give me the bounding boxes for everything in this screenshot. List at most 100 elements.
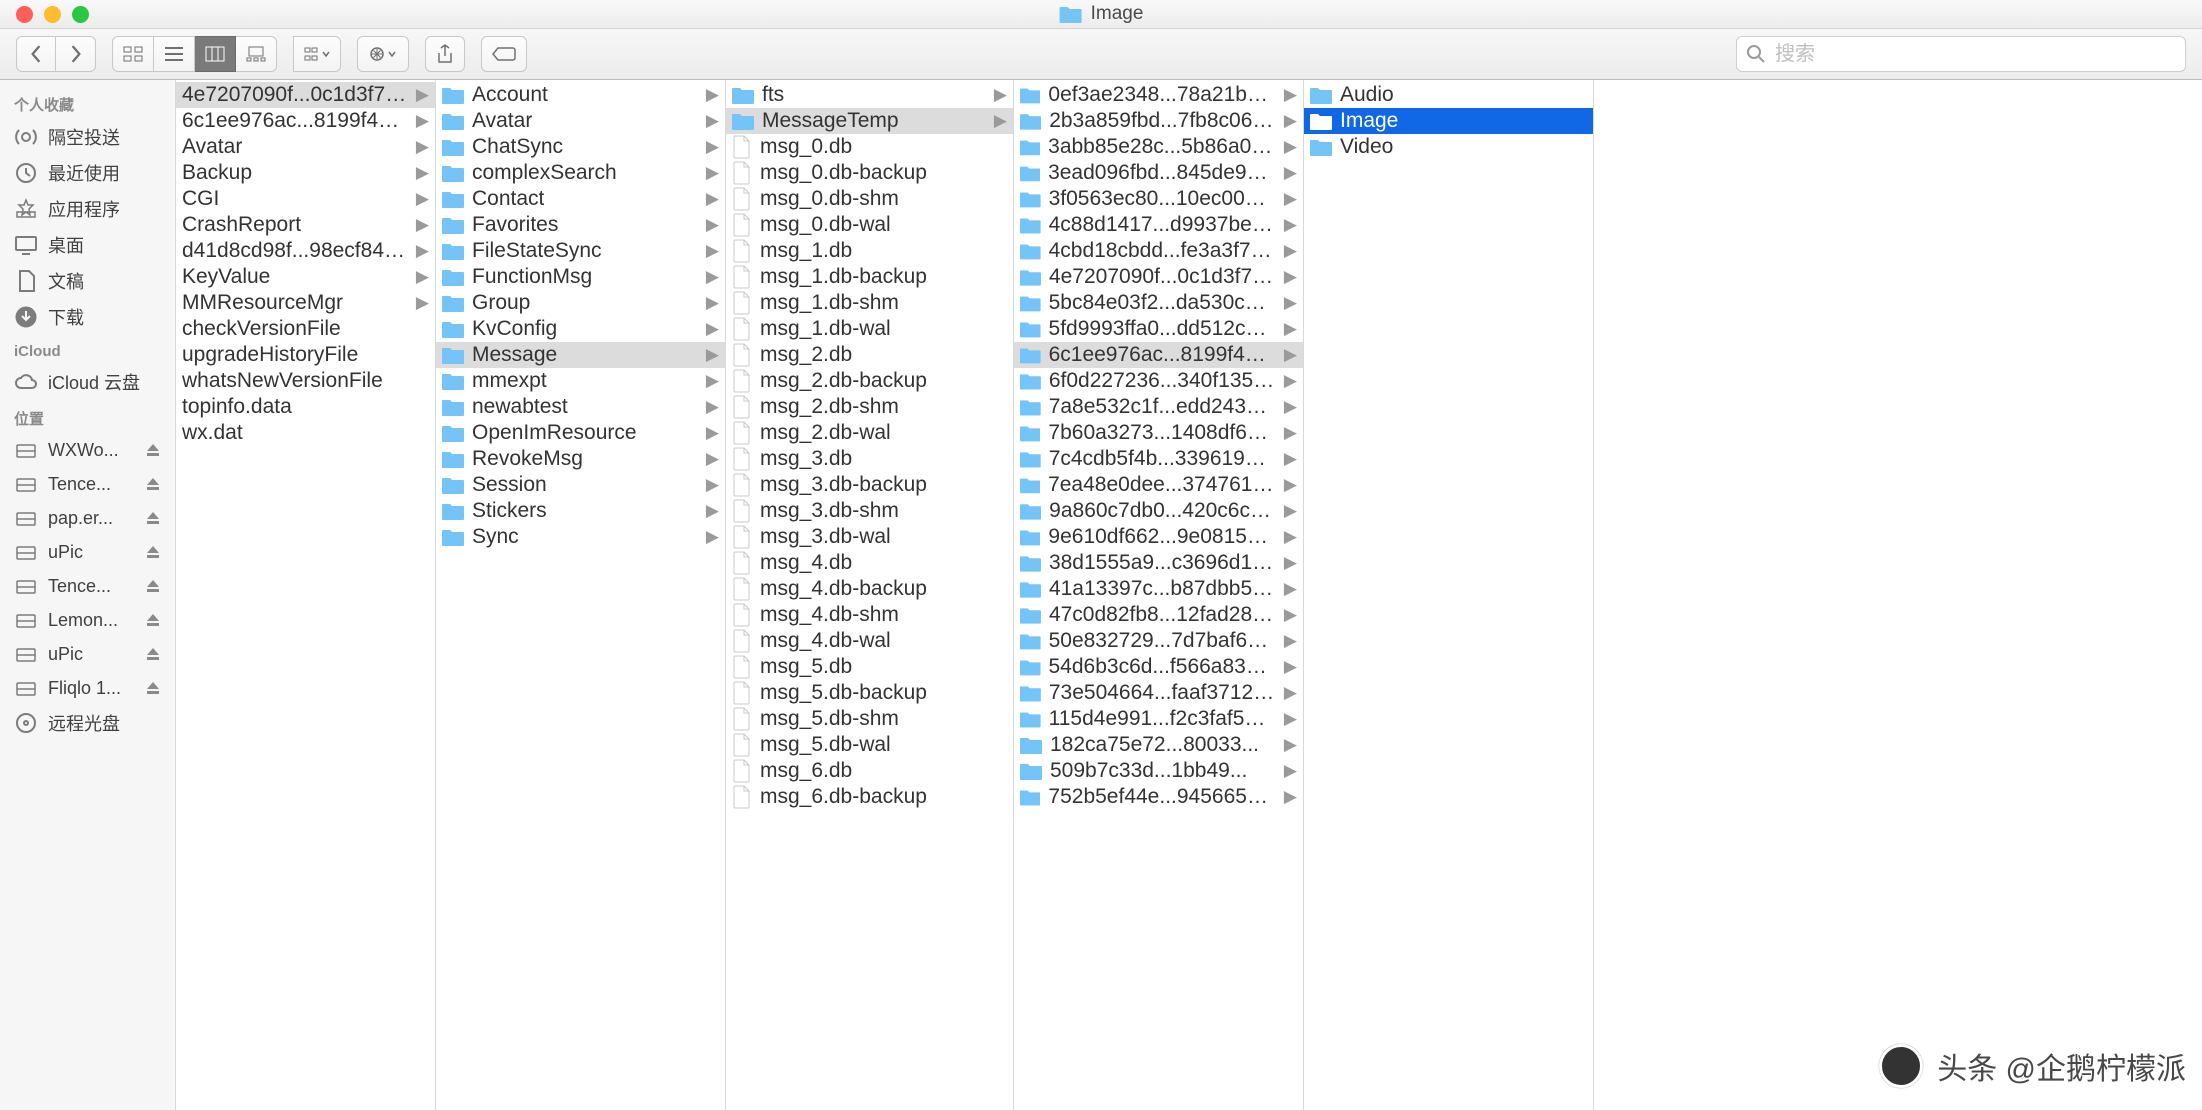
list-item[interactable]: Session▶: [436, 472, 725, 498]
list-item[interactable]: 7a8e532c1f...edd243c6cd▶: [1014, 394, 1303, 420]
list-item[interactable]: 73e504664...faaf3712202▶: [1014, 680, 1303, 706]
list-item[interactable]: msg_5.db-wal: [726, 732, 1013, 758]
close-window-button[interactable]: [16, 6, 33, 23]
list-item[interactable]: 3f0563ec80...10ec003ba0▶: [1014, 186, 1303, 212]
tags-button[interactable]: [481, 36, 527, 72]
view-icons-button[interactable]: [112, 36, 154, 72]
list-item[interactable]: 6f0d227236...340f135194▶: [1014, 368, 1303, 394]
list-item[interactable]: 7b60a3273...1408df6a035▶: [1014, 420, 1303, 446]
list-item[interactable]: msg_2.db-wal: [726, 420, 1013, 446]
list-item[interactable]: 752b5ef44e...94566515ee▶: [1014, 784, 1303, 810]
list-item[interactable]: 182ca75e72...80033...▶: [1014, 732, 1303, 758]
list-item[interactable]: Avatar▶: [176, 134, 435, 160]
sidebar-item[interactable]: Tence...: [0, 569, 175, 603]
list-item[interactable]: 5bc84e03f2...da530ca9d7▶: [1014, 290, 1303, 316]
list-item[interactable]: 4e7207090f...0c1d3f74b2▶: [1014, 264, 1303, 290]
list-item[interactable]: msg_4.db-shm: [726, 602, 1013, 628]
list-item[interactable]: 6c1ee976ac...8199f41458▶: [176, 108, 435, 134]
list-item[interactable]: MessageTemp▶: [726, 108, 1013, 134]
eject-icon[interactable]: [145, 578, 161, 594]
share-button[interactable]: [425, 36, 465, 72]
list-item[interactable]: msg_6.db: [726, 758, 1013, 784]
list-item[interactable]: 4cbd18cbdd...fe3a3f7b95f▶: [1014, 238, 1303, 264]
eject-icon[interactable]: [145, 510, 161, 526]
list-item[interactable]: msg_3.db-backup: [726, 472, 1013, 498]
list-item[interactable]: msg_0.db-shm: [726, 186, 1013, 212]
list-item[interactable]: Favorites▶: [436, 212, 725, 238]
sidebar-item[interactable]: 桌面: [0, 227, 175, 263]
list-item[interactable]: msg_4.db: [726, 550, 1013, 576]
list-item[interactable]: d41d8cd98f...98ecf8427e▶: [176, 238, 435, 264]
list-item[interactable]: CrashReport▶: [176, 212, 435, 238]
list-item[interactable]: msg_1.db-backup: [726, 264, 1013, 290]
list-item[interactable]: fts▶: [726, 82, 1013, 108]
list-item[interactable]: FunctionMsg▶: [436, 264, 725, 290]
list-item[interactable]: 7ea48e0dee...3747615ec6▶: [1014, 472, 1303, 498]
sidebar-item[interactable]: pap.er...: [0, 501, 175, 535]
list-item[interactable]: whatsNewVersionFile: [176, 368, 435, 394]
zoom-window-button[interactable]: [72, 6, 89, 23]
list-item[interactable]: 509b7c33d...1bb49...▶: [1014, 758, 1303, 784]
list-item[interactable]: 9a860c7db0...420c6c952▶: [1014, 498, 1303, 524]
list-item[interactable]: Image: [1304, 108, 1593, 134]
list-item[interactable]: 115d4e991...f2c3faf57588▶: [1014, 706, 1303, 732]
list-item[interactable]: msg_1.db-shm: [726, 290, 1013, 316]
list-item[interactable]: Stickers▶: [436, 498, 725, 524]
list-item[interactable]: checkVersionFile: [176, 316, 435, 342]
sidebar-item[interactable]: Tence...: [0, 467, 175, 501]
list-item[interactable]: msg_3.db: [726, 446, 1013, 472]
list-item[interactable]: complexSearch▶: [436, 160, 725, 186]
list-item[interactable]: msg_2.db-shm: [726, 394, 1013, 420]
list-item[interactable]: 41a13397c...b87dbb5230▶: [1014, 576, 1303, 602]
list-item[interactable]: msg_0.db: [726, 134, 1013, 160]
list-item[interactable]: upgradeHistoryFile: [176, 342, 435, 368]
view-gallery-button[interactable]: [236, 36, 277, 72]
minimize-window-button[interactable]: [44, 6, 61, 23]
list-item[interactable]: 50e832729...7d7baf6dcac▶: [1014, 628, 1303, 654]
list-item[interactable]: 0ef3ae2348...78a21bd723▶: [1014, 82, 1303, 108]
sidebar-item[interactable]: uPic: [0, 535, 175, 569]
eject-icon[interactable]: [145, 646, 161, 662]
list-item[interactable]: 4e7207090f...0c1d3f74b2▶: [176, 82, 435, 108]
eject-icon[interactable]: [145, 680, 161, 696]
eject-icon[interactable]: [145, 442, 161, 458]
arrange-button[interactable]: [293, 36, 341, 72]
sidebar-item[interactable]: 最近使用: [0, 155, 175, 191]
search-input[interactable]: [1736, 36, 2186, 72]
list-item[interactable]: wx.dat: [176, 420, 435, 446]
sidebar-item[interactable]: WXWo...: [0, 433, 175, 467]
list-item[interactable]: msg_3.db-shm: [726, 498, 1013, 524]
forward-button[interactable]: [56, 36, 96, 72]
list-item[interactable]: msg_5.db-backup: [726, 680, 1013, 706]
sidebar-item[interactable]: 下载: [0, 299, 175, 335]
list-item[interactable]: msg_0.db-wal: [726, 212, 1013, 238]
list-item[interactable]: Audio: [1304, 82, 1593, 108]
list-item[interactable]: Sync▶: [436, 524, 725, 550]
list-item[interactable]: 2b3a859fbd...7fb8c06c11▶: [1014, 108, 1303, 134]
list-item[interactable]: msg_2.db-backup: [726, 368, 1013, 394]
list-item[interactable]: Contact▶: [436, 186, 725, 212]
list-item[interactable]: topinfo.data: [176, 394, 435, 420]
sidebar-item[interactable]: 文稿: [0, 263, 175, 299]
list-item[interactable]: FileStateSync▶: [436, 238, 725, 264]
list-item[interactable]: MMResourceMgr▶: [176, 290, 435, 316]
action-menu-button[interactable]: [357, 36, 409, 72]
list-item[interactable]: 4c88d1417...d9937befb11▶: [1014, 212, 1303, 238]
list-item[interactable]: 9e610df662...9e0815eb62▶: [1014, 524, 1303, 550]
list-item[interactable]: Avatar▶: [436, 108, 725, 134]
eject-icon[interactable]: [145, 544, 161, 560]
sidebar-item[interactable]: Lemon...: [0, 603, 175, 637]
list-item[interactable]: msg_3.db-wal: [726, 524, 1013, 550]
list-item[interactable]: 3abb85e28c...5b86a0cb66▶: [1014, 134, 1303, 160]
list-item[interactable]: msg_5.db: [726, 654, 1013, 680]
sidebar-item[interactable]: 应用程序: [0, 191, 175, 227]
list-item[interactable]: 47c0d82fb8...12fad289da▶: [1014, 602, 1303, 628]
list-item[interactable]: Video: [1304, 134, 1593, 160]
list-item[interactable]: KvConfig▶: [436, 316, 725, 342]
list-item[interactable]: 3ead096fbd...845de93ce3f▶: [1014, 160, 1303, 186]
list-item[interactable]: 5fd9993ffa0...dd512c6358▶: [1014, 316, 1303, 342]
list-item[interactable]: OpenImResource▶: [436, 420, 725, 446]
list-item[interactable]: 38d1555a9...c3696d185d▶: [1014, 550, 1303, 576]
list-item[interactable]: Backup▶: [176, 160, 435, 186]
back-button[interactable]: [16, 36, 56, 72]
